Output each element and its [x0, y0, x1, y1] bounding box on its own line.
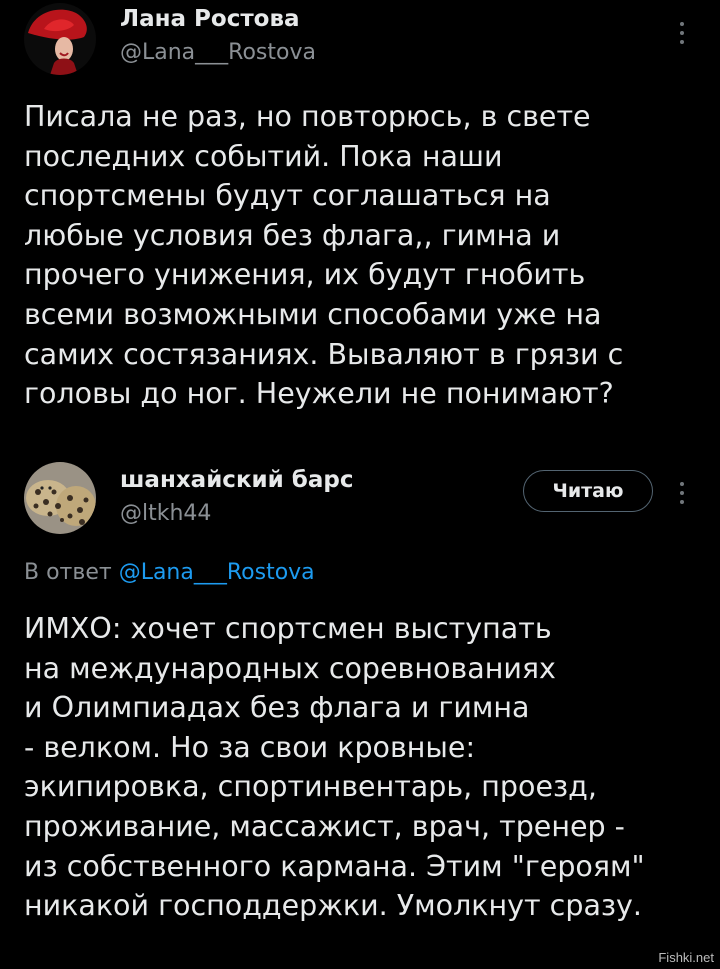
author-handle[interactable]: @ltkh44 — [120, 501, 211, 526]
watermark: Fishki.net — [658, 950, 714, 965]
follow-button[interactable]: Читаю — [523, 470, 653, 512]
more-options-icon[interactable] — [674, 480, 690, 506]
reply-to-handle-link[interactable]: @Lana___Rostova — [119, 560, 315, 585]
avatar[interactable] — [24, 462, 96, 534]
avatar-image — [24, 462, 96, 534]
reply-text: ИМХО: хочет спортсмен выступать на между… — [24, 612, 645, 923]
reply-post: шанхайский барс @ltkh44 Читаю В ответ @L… — [0, 0, 720, 969]
reply-to-prefix: В ответ — [24, 560, 112, 585]
reply-to-line: В ответ @Lana___Rostova — [24, 560, 315, 585]
author-name[interactable]: шанхайский барс — [120, 467, 353, 493]
